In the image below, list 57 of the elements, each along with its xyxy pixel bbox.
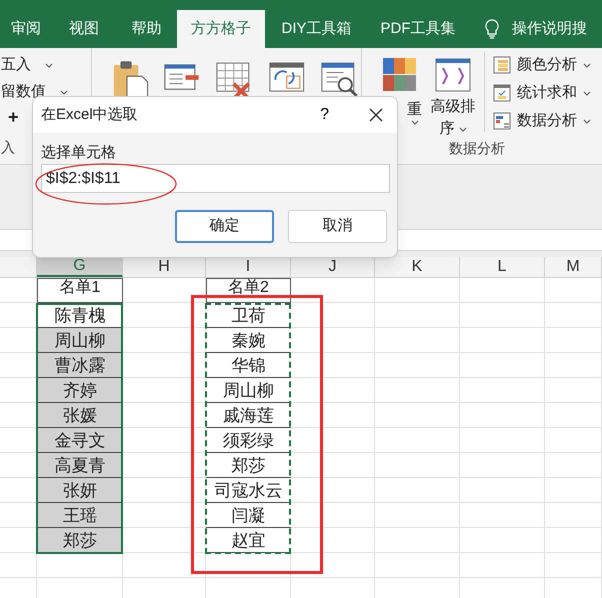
bar-chart-icon: [493, 112, 511, 130]
ribbon-tab[interactable]: 方方格子: [177, 10, 265, 48]
ribbon-tab[interactable]: 审阅: [0, 10, 52, 48]
table-cell: [545, 553, 602, 578]
close-icon[interactable]: [369, 108, 383, 122]
caret-icon: [583, 62, 591, 68]
table-cell: 金寻文: [37, 428, 123, 453]
group-label: 数据分析: [449, 139, 505, 158]
table-cell: [545, 428, 602, 453]
column-header[interactable]: M: [545, 257, 602, 277]
table-cell: 周山柳: [37, 328, 123, 353]
dialog-button[interactable]: 取消: [288, 210, 387, 243]
color-list-icon: [493, 56, 511, 74]
caret-icon: [583, 118, 591, 124]
lightbulb-icon[interactable]: [484, 19, 500, 39]
ribbon-tab[interactable]: 帮助: [116, 10, 177, 48]
group-label: 入: [1, 138, 15, 157]
caret-icon: [583, 90, 591, 96]
column-header[interactable]: G: [37, 257, 123, 277]
ribbon-menu-item[interactable]: 数据分析: [493, 110, 591, 132]
table-cell: [545, 503, 602, 528]
ribbon-tab[interactable]: DIY工具箱: [265, 10, 368, 48]
table-cell: 王瑶: [37, 503, 123, 528]
table-cell: [0, 553, 37, 578]
ribbon-tab[interactable]: PDF工具集: [368, 10, 468, 48]
table-cell: 张妍: [37, 478, 123, 503]
dialog-button[interactable]: 确定: [175, 210, 274, 243]
table-cell: [545, 478, 602, 503]
table-cell: 齐婷: [37, 378, 123, 403]
table-cell: 名单1: [37, 278, 123, 303]
table-cell: 曹冰露: [37, 353, 123, 378]
help-button[interactable]: ?: [320, 103, 329, 127]
table-cell: [545, 453, 602, 478]
table-cell: 郑莎: [37, 528, 123, 553]
cell-range-field[interactable]: $I$2:$I$11: [41, 164, 390, 193]
table-cell: [545, 378, 602, 403]
ribbon-tab[interactable]: 视图: [52, 10, 116, 48]
search-hint[interactable]: 操作说明搜: [512, 18, 587, 40]
ribbon-menu-item[interactable]: 颜色分析: [493, 54, 591, 76]
table-cell: [545, 303, 602, 328]
table-cell: [545, 403, 602, 428]
column-header[interactable]: L: [460, 257, 545, 277]
ribbon-big-button[interactable]: 重: [407, 100, 422, 125]
ribbon-big-button[interactable]: 高级排序: [430, 96, 476, 140]
dialog-title: 在Excel中选取: [41, 104, 139, 125]
table-cell: [545, 328, 602, 353]
ribbon-menu-item[interactable]: 五入: [1, 54, 91, 76]
table-cell: [545, 528, 602, 553]
field-label: 选择单元格: [41, 143, 117, 163]
color-grid-icon[interactable]: [383, 58, 417, 92]
calculator-icon: [493, 84, 511, 102]
table-cell: [545, 278, 602, 303]
table-cell: 张媛: [37, 403, 123, 428]
table-cell: [545, 353, 602, 378]
sort-icon[interactable]: [435, 58, 471, 92]
table-cell: 高夏青: [37, 453, 123, 478]
ribbon-menu-item[interactable]: 统计求和: [493, 82, 591, 104]
